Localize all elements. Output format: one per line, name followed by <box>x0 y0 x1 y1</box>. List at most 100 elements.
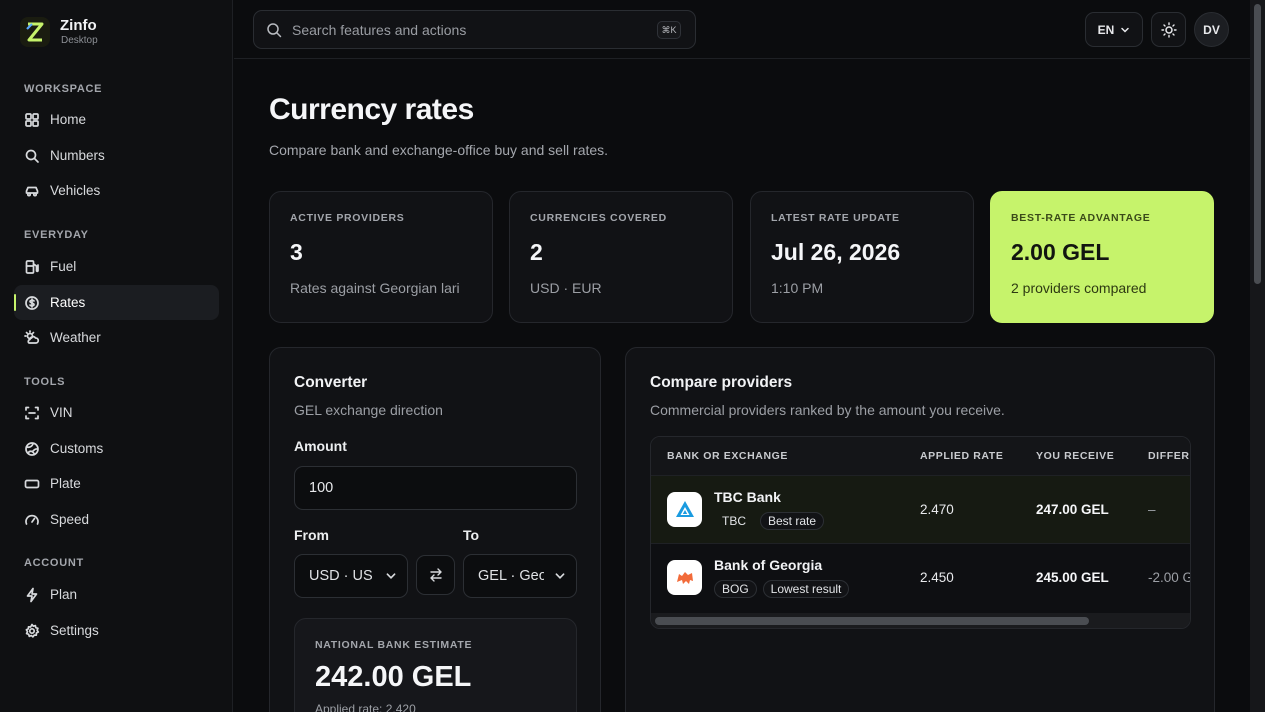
sidebar-item-label: Settings <box>50 623 99 638</box>
sidebar-item-speed[interactable]: Speed <box>14 502 219 537</box>
sidebar-item-label: Plan <box>50 587 78 602</box>
compare-title: Compare providers <box>650 374 793 391</box>
app-name: Zinfo <box>60 17 97 34</box>
theme-toggle-button[interactable] <box>1151 12 1186 47</box>
language-select[interactable]: EN <box>1085 12 1143 47</box>
stat-value: Jul 26, 2026 <box>771 239 901 265</box>
from-label: From <box>294 527 329 543</box>
sidebar-item-settings[interactable]: Settings <box>14 613 219 648</box>
stat-label: ACTIVE PROVIDERS <box>290 212 405 224</box>
coin-icon <box>24 295 40 311</box>
compare-subtitle: Commercial providers ranked by the amoun… <box>650 402 1005 418</box>
applied-rate: 2.470 <box>920 502 954 517</box>
bank-code-tag: BOG <box>714 580 757 598</box>
page-title: Currency rates <box>269 93 474 126</box>
bank-name: TBC Bank <box>714 489 781 505</box>
converter-subtitle: GEL exchange direction <box>294 402 443 418</box>
sidebar-item-label: Weather <box>50 330 101 345</box>
sidebar-item-vin[interactable]: VIN <box>14 395 219 430</box>
column-header-difference[interactable]: DIFFER <box>1148 450 1190 462</box>
table-row[interactable]: Bank of Georgia BOG Lowest result 2.450 … <box>651 543 1190 611</box>
scrollbar-thumb[interactable] <box>1254 4 1261 284</box>
brand[interactable]: Zinfo Desktop <box>20 17 98 47</box>
sidebar-item-label: VIN <box>50 405 73 420</box>
search-input[interactable] <box>292 21 642 38</box>
chevron-down-icon <box>555 573 565 579</box>
stat-card-best-rate-advantage: BEST-RATE ADVANTAGE 2.00 GEL 2 providers… <box>990 191 1214 323</box>
sidebar-item-rates[interactable]: Rates <box>14 285 219 320</box>
applied-rate: 2.450 <box>920 570 954 585</box>
providers-table[interactable]: BANK OR EXCHANGE APPLIED RATE YOU RECEIV… <box>650 436 1191 629</box>
sidebar-item-plan[interactable]: Plan <box>14 577 219 612</box>
stat-subtext: 2 providers compared <box>1011 280 1147 296</box>
scan-icon <box>24 405 40 421</box>
table-header: BANK OR EXCHANGE APPLIED RATE YOU RECEIV… <box>651 437 1190 475</box>
sidebar-item-numbers[interactable]: Numbers <box>14 138 219 173</box>
bank-of-georgia-logo-icon <box>667 560 702 595</box>
language-label: EN <box>1097 22 1115 37</box>
table-horizontal-scrollbar[interactable] <box>651 613 1190 628</box>
car-icon <box>24 183 40 199</box>
fuel-icon <box>24 259 40 275</box>
sidebar-item-label: Fuel <box>50 259 77 274</box>
sidebar-item-fuel[interactable]: Fuel <box>14 249 219 284</box>
gauge-icon <box>24 512 40 528</box>
sidebar-item-customs[interactable]: Customs <box>14 431 219 466</box>
sidebar-item-label: Numbers <box>50 148 105 163</box>
stat-card-latest-update: LATEST RATE UPDATE Jul 26, 2026 1:10 PM <box>750 191 974 323</box>
stat-card-currencies-covered: CURRENCIES COVERED 2 USD · EUR <box>509 191 733 323</box>
search-icon <box>24 148 40 164</box>
stat-value: 2 <box>530 239 543 265</box>
table-row[interactable]: TBC Bank TBC Best rate 2.470 247.00 GEL … <box>651 475 1190 543</box>
page-subtitle: Compare bank and exchange-office buy and… <box>269 142 609 158</box>
plate-icon <box>24 476 40 492</box>
globe-icon <box>24 441 40 457</box>
sidebar-item-home[interactable]: Home <box>14 102 219 137</box>
gear-icon <box>24 623 40 639</box>
sidebar-item-label: Rates <box>50 295 86 310</box>
chevron-down-icon <box>386 573 396 579</box>
best-rate-badge: Best rate <box>760 512 825 530</box>
stat-label: BEST-RATE ADVANTAGE <box>1011 212 1151 224</box>
topbar: ⌘K EN DV <box>234 0 1250 59</box>
difference: -2.00 G <box>1148 570 1191 585</box>
from-currency-value: USD · US <box>309 568 373 584</box>
column-header-bank[interactable]: BANK OR EXCHANGE <box>667 450 788 462</box>
sidebar: Zinfo Desktop WORKSPACE Home Numbers Veh… <box>0 0 233 712</box>
section-account: ACCOUNT <box>24 557 84 569</box>
from-currency-select[interactable]: USD · US <box>294 554 408 598</box>
chevron-down-icon <box>1121 27 1130 33</box>
amount-input[interactable]: 100 <box>294 466 577 510</box>
lowest-result-badge: Lowest result <box>762 580 850 598</box>
swap-currencies-button[interactable] <box>416 555 455 595</box>
scrollbar-thumb[interactable] <box>655 617 1089 625</box>
tbc-bank-logo-icon <box>667 492 702 527</box>
sidebar-item-vehicles[interactable]: Vehicles <box>14 173 219 208</box>
column-header-rate[interactable]: APPLIED RATE <box>920 450 1003 462</box>
to-currency-select[interactable]: GEL · Geo <box>463 554 577 598</box>
section-workspace: WORKSPACE <box>24 83 103 95</box>
sidebar-item-weather[interactable]: Weather <box>14 320 219 355</box>
estimate-value: 242.00 GEL <box>315 661 472 693</box>
sidebar-item-label: Vehicles <box>50 183 101 198</box>
grid-icon <box>24 112 40 128</box>
you-receive: 245.00 GEL <box>1036 570 1109 585</box>
page-scrollbar[interactable] <box>1250 0 1265 712</box>
stat-card-active-providers: ACTIVE PROVIDERS 3 Rates against Georgia… <box>269 191 493 323</box>
national-bank-estimate: NATIONAL BANK ESTIMATE 242.00 GEL Applie… <box>294 618 577 712</box>
compare-providers-card: Compare providers Commercial providers r… <box>625 347 1215 712</box>
converter-title: Converter <box>294 374 368 391</box>
avatar[interactable]: DV <box>1194 12 1229 47</box>
estimate-label: NATIONAL BANK ESTIMATE <box>315 639 473 651</box>
column-header-receive[interactable]: YOU RECEIVE <box>1036 450 1114 462</box>
converter-card: Converter GEL exchange direction Amount … <box>269 347 601 712</box>
to-currency-value: GEL · Geo <box>478 568 544 584</box>
sidebar-item-plate[interactable]: Plate <box>14 466 219 501</box>
swap-icon <box>429 568 442 582</box>
sidebar-item-label: Plate <box>50 476 81 491</box>
bank-code-tag: TBC <box>722 514 746 528</box>
search-icon <box>267 22 282 37</box>
sidebar-item-label: Home <box>50 112 87 127</box>
search-bar[interactable]: ⌘K <box>253 10 696 49</box>
zinfo-logo-icon <box>20 17 50 47</box>
